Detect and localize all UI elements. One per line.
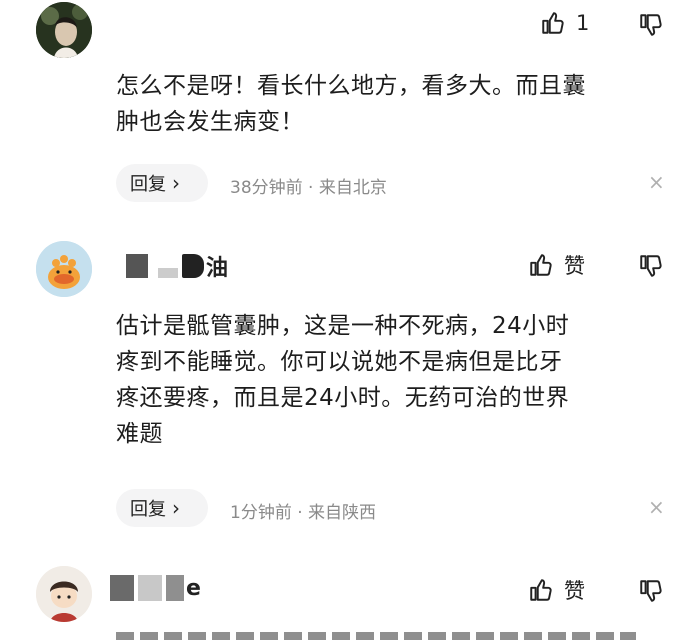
username-text: e xyxy=(186,575,201,601)
like-button[interactable]: 赞 xyxy=(528,575,585,605)
reply-button[interactable]: 回复 › xyxy=(116,164,208,202)
comment-line: 疼到不能睡觉。你可以说她不是病但是比牙 xyxy=(116,349,563,375)
redacted-username-block xyxy=(158,268,178,278)
dislike-button[interactable] xyxy=(638,12,664,38)
username[interactable]: e xyxy=(110,575,201,601)
avatar[interactable] xyxy=(36,241,92,297)
comment-line: 肿也会发生病变！ xyxy=(116,109,304,135)
comment-meta: 38分钟前 · 来自北京 xyxy=(230,178,387,198)
avatar-image xyxy=(36,566,92,622)
comment-text-cutoff xyxy=(116,632,636,640)
like-label: 赞 xyxy=(564,579,585,603)
close-icon[interactable]: × xyxy=(648,170,665,194)
comment-text: 估计是骶管囊肿，这是一种不死病，24小时 疼到不能睡觉。你可以说她不是病但是比牙… xyxy=(116,308,686,452)
comment-line: 疼还要疼，而且是24小时。无药可治的世界 xyxy=(116,385,570,411)
redacted-username-block xyxy=(126,254,148,278)
like-label: 赞 xyxy=(564,254,585,278)
like-count: 1 xyxy=(576,11,590,35)
thumbs-up-icon xyxy=(540,10,566,36)
redacted-username-block xyxy=(166,575,184,601)
username-text: 油 xyxy=(206,256,229,281)
reply-label: 回复 xyxy=(130,174,166,195)
avatar-image xyxy=(36,241,92,297)
thumbs-up-icon xyxy=(528,252,554,278)
comment-line: 怎么不是呀！看长什么地方，看多大。而且囊 xyxy=(116,73,586,99)
close-icon[interactable]: × xyxy=(648,495,665,519)
like-button[interactable]: 赞 xyxy=(528,250,585,280)
avatar[interactable] xyxy=(36,566,92,622)
avatar-image xyxy=(36,2,92,58)
dislike-button[interactable] xyxy=(638,578,664,604)
avatar[interactable] xyxy=(36,2,92,58)
redacted-username-block xyxy=(138,575,162,601)
thumbs-down-icon xyxy=(638,12,664,38)
username[interactable]: 油 xyxy=(126,250,228,282)
redacted-username-block xyxy=(182,254,204,278)
thumbs-up-icon xyxy=(528,577,554,603)
comment-text: 怎么不是呀！看长什么地方，看多大。而且囊 肿也会发生病变！ xyxy=(116,68,676,140)
thumbs-down-icon xyxy=(638,253,664,279)
reply-label: 回复 xyxy=(130,499,166,520)
reply-button[interactable]: 回复 › xyxy=(116,489,208,527)
like-button[interactable]: 1 xyxy=(540,10,589,36)
chevron-right-icon: › xyxy=(172,496,180,520)
comment-line: 难题 xyxy=(116,421,163,447)
comment-line: 估计是骶管囊肿，这是一种不死病，24小时 xyxy=(116,313,570,339)
thumbs-down-icon xyxy=(638,578,664,604)
chevron-right-icon: › xyxy=(172,171,180,195)
redacted-username-block xyxy=(110,575,134,601)
dislike-button[interactable] xyxy=(638,253,664,279)
comment-meta: 1分钟前 · 来自陕西 xyxy=(230,503,377,523)
